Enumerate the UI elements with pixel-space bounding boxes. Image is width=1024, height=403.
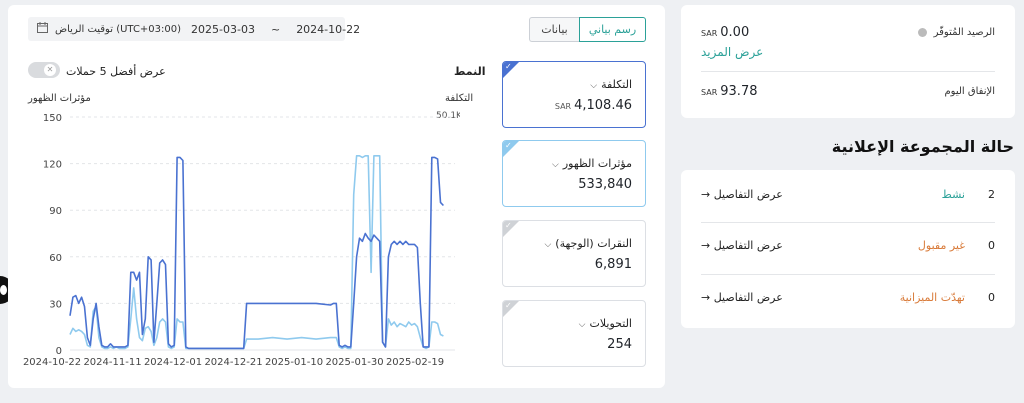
- metric-value-text: 6,891: [594, 257, 632, 272]
- metric-label-text: التحويلات: [589, 317, 633, 330]
- today-spend-amount: 93.78: [720, 84, 758, 99]
- metric-label: التحويلات⌵: [579, 317, 632, 330]
- view-details-text: عرض التفاصيل: [713, 291, 783, 304]
- ad-group-status-title: حالة المجموعة الإعلانية: [831, 137, 1014, 156]
- metric-card-clicks[interactable]: ✓ النقرات (الوجهة) ⌵ 6,891: [502, 220, 646, 287]
- arrow-right-icon: →: [701, 291, 711, 304]
- metric-value-text: 533,840: [578, 177, 632, 192]
- metric-value: 254: [607, 337, 632, 352]
- metric-label-text: التكلفة: [601, 78, 632, 91]
- metric-card-cost[interactable]: ✓ التكلفة ⌵ SAR 4,108.46: [502, 61, 646, 128]
- chevron-down-icon[interactable]: ⌵: [590, 81, 597, 91]
- status-count: 2: [988, 188, 995, 201]
- divider: [701, 71, 995, 72]
- y-tick-label: 90: [49, 206, 62, 217]
- metric-card-conversions[interactable]: ✓ التحويلات⌵ 254: [502, 300, 646, 367]
- currency-label: SAR: [554, 102, 572, 111]
- check-icon: ✓: [505, 221, 512, 230]
- status-row-rejected: 0 غير مقبول عرض التفاصيل →: [701, 235, 995, 259]
- metric-label-text: النقرات (الوجهة): [555, 237, 632, 250]
- x-tick-label: 2024-12-21: [204, 357, 262, 368]
- available-balance-amount: 0.00: [720, 25, 750, 40]
- status-name: تهدّت الميزانية: [899, 291, 965, 304]
- available-balance-label-text: الرصيد المُتوفّر: [933, 27, 995, 38]
- unselected-corner: ✓: [503, 301, 519, 317]
- y-tick-label: 30: [49, 299, 62, 310]
- view-toggle: بيانات رسم بياني: [529, 17, 646, 42]
- view-details-text: عرض التفاصيل: [713, 188, 783, 201]
- today-spend-value: SAR 93.78: [701, 84, 757, 99]
- available-balance-value: SAR 0.00: [701, 25, 749, 40]
- balance-panel: الرصيد المُتوفّر SAR 0.00 عرض المزيد الإن…: [681, 5, 1015, 118]
- metric-value-text: 4,108.46: [574, 98, 632, 113]
- currency-label: SAR: [701, 88, 718, 97]
- y-tick-label: 0: [56, 346, 62, 357]
- series-line: [69, 156, 444, 350]
- view-details-link[interactable]: عرض التفاصيل →: [701, 291, 783, 304]
- divider: [701, 274, 995, 275]
- today-spend-row: الإنفاق اليوم SAR 93.78: [701, 84, 995, 104]
- metric-label: التكلفة ⌵: [590, 78, 632, 91]
- performance-chart-panel: توقيت الرياض (UTC+03:00) 2025-03-03 ~ 20…: [8, 5, 665, 388]
- view-details-link[interactable]: عرض التفاصيل →: [701, 188, 783, 201]
- currency-label: SAR: [701, 29, 718, 38]
- arrow-right-icon: →: [701, 188, 711, 201]
- y-tick-label: 120: [43, 160, 62, 171]
- status-name: غير مقبول: [917, 239, 965, 252]
- x-tick-label: 2024-10-22: [23, 357, 81, 368]
- available-balance-row: الرصيد المُتوفّر SAR 0.00 عرض المزيد: [701, 25, 995, 65]
- show-more-link[interactable]: عرض المزيد: [701, 45, 763, 59]
- x-tick-label: 2024-12-01: [144, 357, 202, 368]
- info-icon[interactable]: [918, 27, 928, 37]
- status-name: نشط: [941, 188, 965, 201]
- metric-label: النقرات (الوجهة) ⌵: [544, 237, 632, 250]
- chevron-down-icon[interactable]: ⌵: [544, 240, 551, 250]
- series-line: [69, 155, 444, 350]
- chevron-down-icon[interactable]: ⌵: [579, 320, 586, 330]
- line-chart: 03060901201502024-10-22 2024-11-11 2024-12…: [23, 113, 455, 368]
- y-tick-label: 60: [49, 253, 62, 264]
- metric-label: مؤثرات الظهور⌵: [552, 157, 632, 170]
- metric-value: 6,891: [595, 257, 632, 272]
- metric-value: 533,840: [578, 177, 632, 192]
- view-details-text: عرض التفاصيل: [713, 239, 783, 252]
- metric-label-text: مؤثرات الظهور: [562, 157, 632, 170]
- x-tick-label: 2025-02-19: [386, 357, 444, 368]
- check-icon: ✓: [505, 301, 512, 310]
- check-icon: ✓: [505, 62, 512, 71]
- status-row-active: 2 نشط عرض التفاصيل →: [701, 184, 995, 208]
- ad-group-status-panel: 2 نشط عرض التفاصيل → 0 غير مقبول عرض الت…: [681, 170, 1015, 328]
- view-details-link[interactable]: عرض التفاصيل →: [701, 239, 783, 252]
- chart-view-button[interactable]: رسم بياني: [579, 17, 646, 42]
- metric-value: SAR 4,108.46: [555, 98, 632, 113]
- check-icon: ✓: [505, 141, 512, 150]
- chevron-down-icon[interactable]: ⌵: [552, 160, 559, 170]
- x-tick-label: 2024-11-11: [83, 357, 141, 368]
- x-tick-label: 2025-01-30: [325, 357, 383, 368]
- selected-corner: ✓: [503, 141, 519, 157]
- metric-card-impressions[interactable]: ✓ مؤثرات الظهور⌵ 533,840: [502, 140, 646, 207]
- status-count: 0: [988, 291, 995, 304]
- divider: [701, 222, 995, 223]
- arrow-right-icon: →: [701, 239, 711, 252]
- available-balance-label: الرصيد المُتوفّر: [918, 27, 995, 38]
- today-spend-label: الإنفاق اليوم: [944, 86, 995, 97]
- y-tick-label: 150: [43, 113, 62, 124]
- unselected-corner: ✓: [503, 221, 519, 237]
- metric-value-text: 254: [607, 337, 632, 352]
- status-count: 0: [988, 239, 995, 252]
- data-view-button[interactable]: بيانات: [529, 17, 579, 42]
- selected-corner: ✓: [503, 62, 519, 78]
- x-tick-label: 2025-01-10: [265, 357, 323, 368]
- status-row-budget-exhausted: 0 تهدّت الميزانية عرض التفاصيل →: [701, 287, 995, 311]
